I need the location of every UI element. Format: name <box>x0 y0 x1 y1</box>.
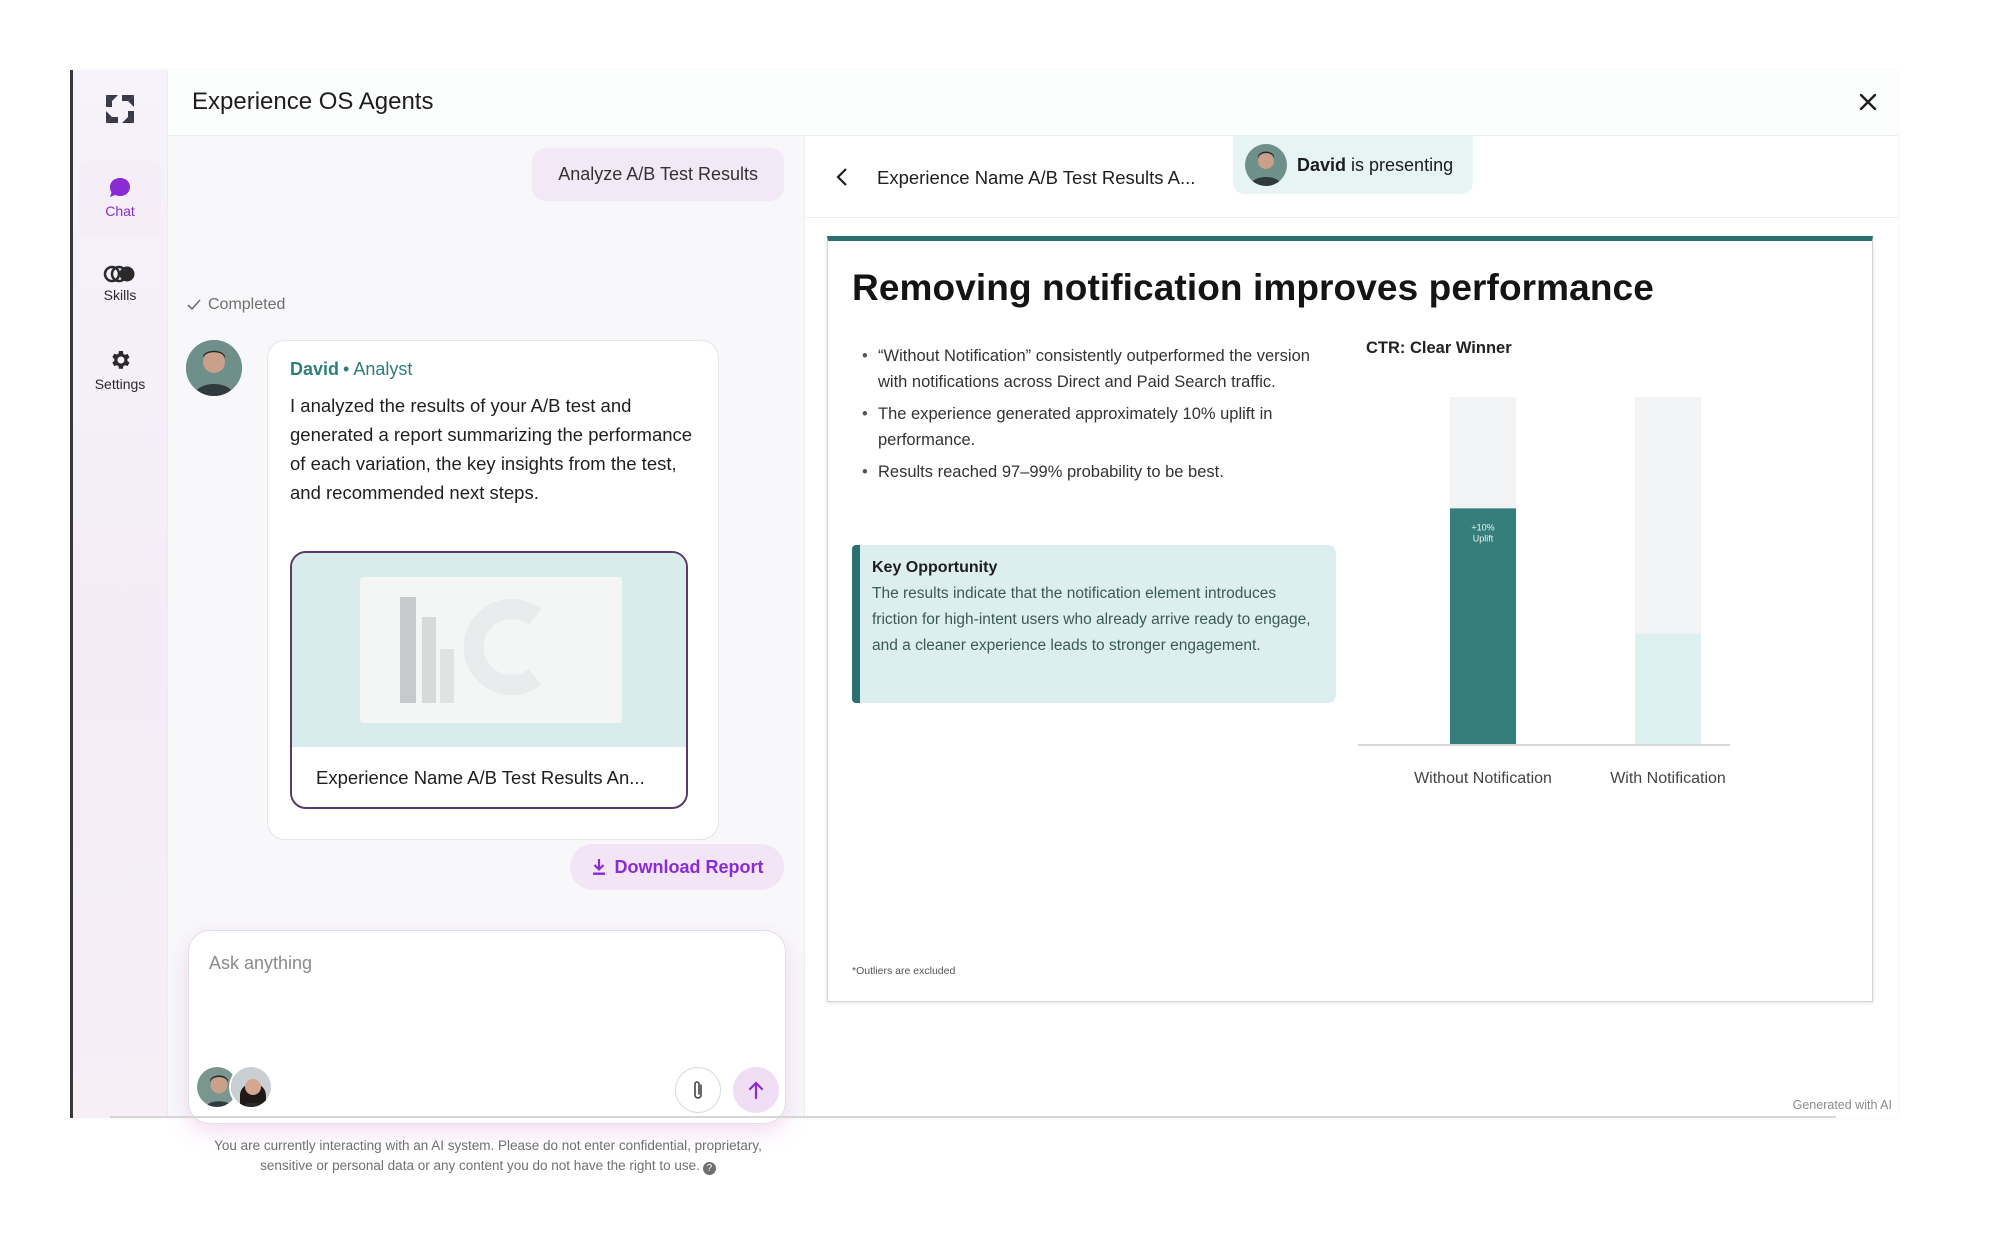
list-item: Results reached 97–99% probability to be… <box>862 459 1332 485</box>
paperclip-icon <box>694 1081 702 1099</box>
rail-item-skills[interactable]: Skills <box>79 246 161 322</box>
report-title: Experience Name A/B Test Results An... <box>316 767 645 788</box>
preview-title: Experience Name A/B Test Results A... <box>877 167 1196 188</box>
presenter-avatar <box>1245 144 1287 186</box>
agent-message-card: David • Analyst I analyzed the results of … <box>267 340 719 840</box>
avatar <box>229 1065 273 1109</box>
message-composer[interactable]: Ask anything <box>188 930 786 1124</box>
ctr-chart: CTR: Clear Winner Without Notification +1… <box>1358 327 1858 927</box>
key-opportunity-callout: Key Opportunity The results indicate tha… <box>852 545 1336 703</box>
bar <box>1635 633 1701 745</box>
callout-title: Key Opportunity <box>872 559 998 576</box>
agent-role: Analyst <box>353 359 413 379</box>
agent-name: David <box>290 359 340 379</box>
generated-with-ai-note: Generated with AI <box>1792 1098 1892 1112</box>
task-status: Completed <box>186 296 285 314</box>
close-button[interactable] <box>1850 84 1886 120</box>
presenter-suffix: is presenting <box>1346 154 1454 175</box>
chart-thumbnail-icon <box>400 597 542 703</box>
rail-item-settings[interactable]: Settings <box>79 332 161 408</box>
help-icon[interactable]: ? <box>702 1162 716 1175</box>
x-tick-label: With Notification <box>1610 770 1726 787</box>
callout-body: The results indicate that the notificati… <box>872 585 1311 654</box>
agent-message-text: I analyzed the results of your A/B test … <box>290 395 693 503</box>
avatar-image <box>231 1067 271 1107</box>
presenter-text: David is presenting <box>1297 155 1453 176</box>
rail-item-chat[interactable]: Chat <box>79 160 161 236</box>
report-preview-page <box>360 577 622 723</box>
bar <box>1450 508 1516 745</box>
list-item: “Without Notification” consistently outp… <box>862 343 1332 395</box>
app-header: Experience OS Agents <box>168 70 1898 136</box>
avatar-image <box>1245 144 1287 186</box>
divider <box>110 1116 1836 1118</box>
name-separator: • <box>343 359 350 379</box>
report-thumbnail <box>292 553 686 747</box>
data-label: Uplift <box>1473 533 1494 543</box>
chat-pane: Analyze A/B Test Results Completed David… <box>168 136 805 1175</box>
presenter-badge: David is presenting <box>1233 136 1473 194</box>
arrow-up-icon <box>748 1081 764 1100</box>
close-icon <box>1859 93 1877 111</box>
app-logo-icon <box>106 95 134 123</box>
skills-icon <box>103 265 135 283</box>
disclaimer-text: You are currently interacting with an AI… <box>214 1138 762 1173</box>
avatar-image <box>186 340 242 396</box>
send-button[interactable] <box>733 1067 779 1113</box>
rail-item-label: Settings <box>94 376 146 392</box>
list-item: The experience generated approximately 1… <box>862 401 1332 453</box>
side-rail: Chat Skills Settings <box>73 70 168 1118</box>
report-attachment-card[interactable]: Experience Name A/B Test Results An... <box>290 551 688 809</box>
download-report-button[interactable]: Download Report <box>570 844 784 890</box>
app-title: Experience OS Agents <box>192 88 434 115</box>
data-label: +10% <box>1471 522 1494 532</box>
check-icon <box>187 299 201 311</box>
rail-item-label: Chat <box>105 203 135 219</box>
x-tick-label: Without Notification <box>1414 770 1552 787</box>
report-slide: Removing notification improves performan… <box>827 236 1873 1002</box>
ai-disclaimer: You are currently interacting with an AI… <box>188 1136 788 1176</box>
agent-avatars <box>195 1065 279 1113</box>
app-window: Chat Skills Settings Experience OS Agent… <box>70 70 1898 1175</box>
slide-heading: Removing notification improves performan… <box>852 267 1654 308</box>
chat-bubble-icon <box>110 178 130 197</box>
agent-name-line: David • Analyst <box>290 359 412 380</box>
rail-item-label: Skills <box>103 287 137 303</box>
gear-icon <box>112 351 130 369</box>
slide-footnote: *Outliers are excluded <box>852 965 956 977</box>
chevron-left-icon <box>836 168 847 186</box>
composer-placeholder[interactable]: Ask anything <box>209 953 312 974</box>
insight-list: “Without Notification” consistently outp… <box>862 343 1332 491</box>
attach-button[interactable] <box>675 1067 721 1113</box>
preview-toolbar: Experience Name A/B Test Results A... Da… <box>805 136 1898 218</box>
presenter-name: David <box>1297 154 1347 175</box>
report-preview-pane: Experience Name A/B Test Results A... Da… <box>805 136 1898 1118</box>
user-message: Analyze A/B Test Results <box>532 148 784 201</box>
chart-canvas: Without Notification +10%Uplift With Notif… <box>1358 397 1730 787</box>
status-text: Completed <box>208 296 286 313</box>
back-button[interactable] <box>825 160 859 194</box>
download-label: Download Report <box>614 856 764 877</box>
download-icon <box>592 859 605 875</box>
agent-avatar <box>186 340 242 396</box>
